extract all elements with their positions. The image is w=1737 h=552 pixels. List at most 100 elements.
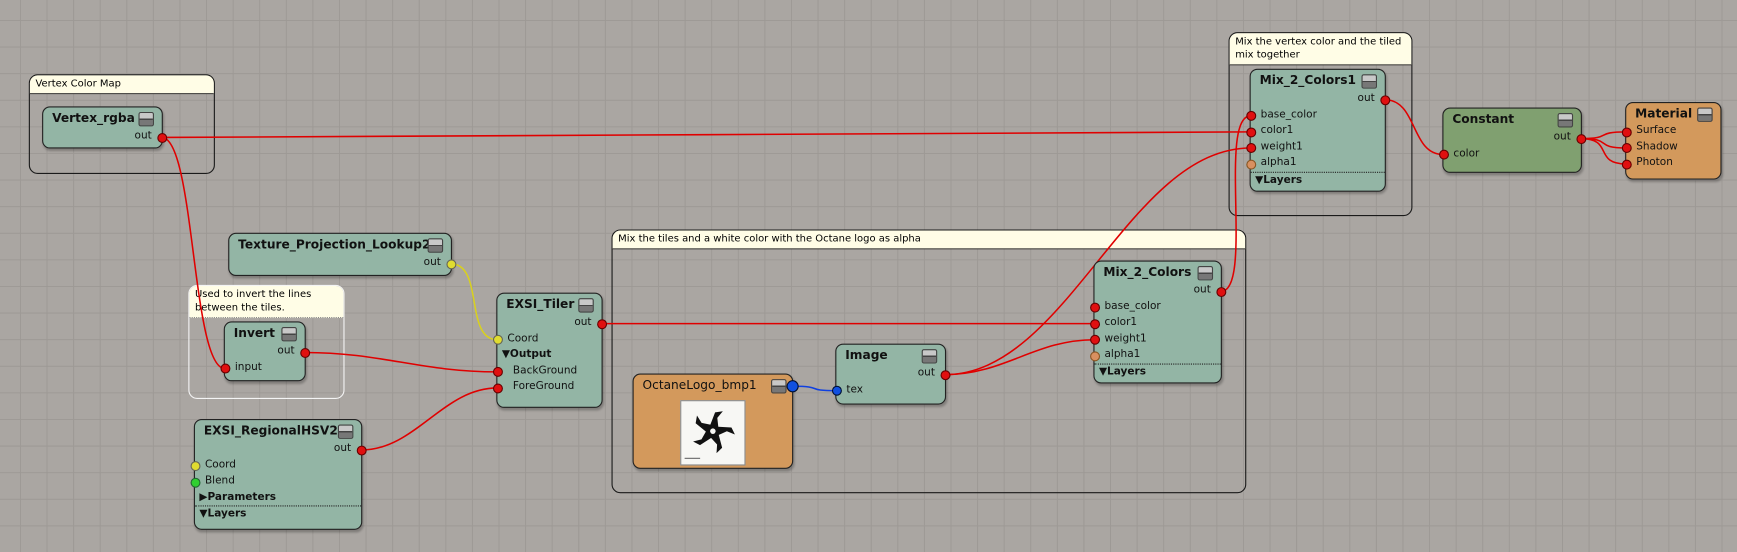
port-label: input xyxy=(234,360,262,373)
port-base-color[interactable] xyxy=(1089,302,1100,313)
port-label: Coord xyxy=(204,458,236,471)
port-label: out xyxy=(574,315,592,329)
port-label: out xyxy=(277,344,295,357)
port-label: base_color xyxy=(1104,299,1161,313)
port-out[interactable] xyxy=(1379,94,1390,105)
node-menu-icon[interactable] xyxy=(578,298,594,313)
node-title: Mix_2_Colors xyxy=(1103,264,1192,280)
node-title: Material xyxy=(1635,106,1693,121)
node-title: Mix_2_Colors1 xyxy=(1259,73,1357,88)
section-parameters-toggle[interactable]: ▶Parameters xyxy=(195,489,361,505)
section-layers-toggle[interactable]: ▼Layers xyxy=(1250,171,1385,188)
port-color1[interactable] xyxy=(1245,126,1256,137)
wire[interactable] xyxy=(161,131,1251,139)
node-exsi-regional-hsv[interactable]: EXSI_RegionalHSV2 out Coord Blend ▶Param… xyxy=(189,418,367,530)
port-shadow[interactable] xyxy=(1621,142,1632,153)
frame-title: Vertex Color Map xyxy=(29,75,214,95)
node-title: EXSI_RegionalHSV2 xyxy=(203,423,338,438)
port-out[interactable] xyxy=(445,258,456,269)
port-label: Shadow xyxy=(1636,140,1678,153)
port-weight1[interactable] xyxy=(1245,142,1256,153)
port-out[interactable] xyxy=(156,132,167,143)
port-label: Blend xyxy=(204,474,235,487)
port-base-color[interactable] xyxy=(1245,110,1256,121)
node-title: Texture_Projection_Lookup2 xyxy=(238,237,431,252)
port-weight1[interactable] xyxy=(1089,334,1100,345)
node-menu-icon[interactable] xyxy=(1557,113,1574,128)
frame-title: Mix the tiles and a white color with the… xyxy=(612,230,1246,250)
octane-logo-icon xyxy=(684,411,735,459)
port-label: Surface xyxy=(1636,124,1677,137)
port-tex[interactable] xyxy=(831,385,842,396)
node-menu-icon[interactable] xyxy=(138,111,154,127)
node-invert[interactable]: Invert out input xyxy=(219,321,310,382)
node-constant[interactable]: Constant out color xyxy=(1438,107,1586,173)
port-coord[interactable] xyxy=(492,334,503,345)
port-label: base_color xyxy=(1260,108,1317,121)
section-layers-toggle[interactable]: ▼Layers xyxy=(194,505,362,522)
port-label: color1 xyxy=(1104,315,1138,329)
port-color1[interactable] xyxy=(1089,318,1100,329)
port-surface[interactable] xyxy=(1621,126,1632,137)
node-menu-icon[interactable] xyxy=(1361,74,1377,89)
node-menu-icon[interactable] xyxy=(281,326,297,342)
port-label: out xyxy=(423,256,441,269)
node-menu-icon[interactable] xyxy=(427,238,444,253)
port-out[interactable] xyxy=(356,445,367,455)
port-out[interactable] xyxy=(939,369,950,380)
wire[interactable] xyxy=(450,263,498,341)
node-texture-projection-lookup[interactable]: Texture_Projection_Lookup2 out xyxy=(228,232,456,276)
port-out[interactable] xyxy=(1575,133,1586,144)
node-menu-icon[interactable] xyxy=(337,424,354,439)
port-out[interactable] xyxy=(1215,286,1226,297)
port-coord[interactable] xyxy=(189,461,200,472)
port-alpha1[interactable] xyxy=(1089,350,1100,361)
node-menu-icon[interactable] xyxy=(1197,266,1214,281)
node-menu-icon[interactable] xyxy=(771,379,787,394)
node-material[interactable]: Material Surface Shadow Photon xyxy=(1621,101,1722,180)
image-thumbnail xyxy=(680,400,746,466)
section-layers-toggle[interactable]: ▼Layers xyxy=(1094,363,1221,380)
port-label: out xyxy=(333,442,352,455)
node-menu-icon[interactable] xyxy=(921,349,938,364)
port-label: tex xyxy=(846,382,864,396)
port-label: Photon xyxy=(1636,156,1673,169)
node-exsi-tiler[interactable]: EXSI_Tiler out Coord ▼Output BackGround … xyxy=(492,292,607,408)
port-label: out xyxy=(1357,91,1375,105)
port-out[interactable] xyxy=(299,347,310,358)
port-input[interactable] xyxy=(219,363,230,374)
port-label: color xyxy=(1453,146,1480,160)
wire[interactable] xyxy=(361,387,498,451)
node-graph-canvas[interactable]: Vertex Color Map Used to invert the line… xyxy=(0,0,1737,552)
frame-title: Mix the vertex color and the tiled mix t… xyxy=(1229,33,1412,66)
node-mix-2-colors1[interactable]: Mix_2_Colors1 out base_color color1 weig… xyxy=(1245,68,1390,192)
wire[interactable] xyxy=(1580,137,1627,149)
node-title: Constant xyxy=(1452,111,1515,127)
port-alpha1[interactable] xyxy=(1245,159,1256,170)
node-menu-icon[interactable] xyxy=(1697,107,1713,122)
port-label: BackGround xyxy=(512,364,578,377)
node-image[interactable]: Image out tex xyxy=(831,343,950,405)
wire[interactable] xyxy=(1580,137,1627,165)
port-label: ForeGround xyxy=(512,380,575,393)
node-title: Image xyxy=(845,348,888,363)
node-vertex-rgba[interactable]: Vertex_rgba out xyxy=(42,106,167,149)
node-title: OctaneLogo_bmp1 xyxy=(642,377,757,393)
port-blend[interactable] xyxy=(189,477,200,488)
port-color[interactable] xyxy=(1438,149,1449,160)
port-out[interactable] xyxy=(786,380,799,393)
node-title: Invert xyxy=(233,325,276,341)
wire[interactable] xyxy=(1580,131,1627,140)
port-background[interactable] xyxy=(492,366,503,377)
port-label: out xyxy=(134,129,152,142)
port-photon[interactable] xyxy=(1621,159,1632,170)
section-output-toggle[interactable]: ▼Output xyxy=(497,347,601,363)
port-label: alpha1 xyxy=(1260,156,1297,169)
port-foreground[interactable] xyxy=(492,382,503,393)
node-mix-2-colors[interactable]: Mix_2_Colors out base_color color1 weigh… xyxy=(1089,260,1226,384)
port-label: out xyxy=(1193,283,1211,296)
port-label: out xyxy=(1553,130,1571,143)
port-label: color1 xyxy=(1260,124,1294,137)
node-octane-logo-bmp[interactable]: OctaneLogo_bmp1 xyxy=(632,373,799,469)
port-out[interactable] xyxy=(596,318,607,329)
